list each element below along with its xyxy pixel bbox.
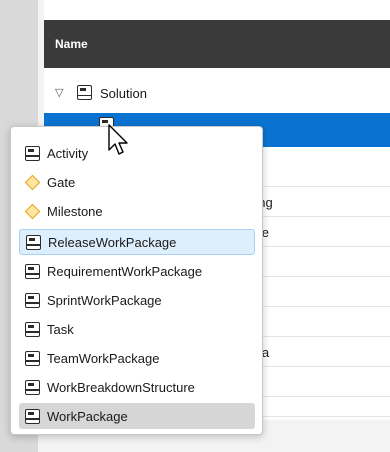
tree-row-label: Solution bbox=[100, 86, 147, 101]
tree-row-solution[interactable]: ▽ Solution bbox=[44, 79, 390, 107]
work-package-icon bbox=[25, 292, 47, 308]
menu-item-label: Milestone bbox=[47, 203, 103, 219]
menu-item-label: Activity bbox=[47, 145, 89, 161]
menu-item-task[interactable]: Task bbox=[19, 316, 255, 342]
menu-item-sprint-work-package[interactable]: SprintWorkPackage bbox=[19, 287, 255, 313]
menu-item-label: ReleaseWorkPackage bbox=[48, 234, 177, 250]
collapse-triangle-icon[interactable]: ▽ bbox=[55, 86, 63, 99]
add-item-popup-menu: Activity Gate Milestone ReleaseWorkPacka… bbox=[10, 126, 263, 435]
menu-item-team-work-package[interactable]: TeamWorkPackage bbox=[19, 345, 255, 371]
menu-item-activity[interactable]: Activity bbox=[19, 140, 255, 166]
work-package-icon bbox=[25, 350, 47, 366]
column-header-name[interactable]: Name bbox=[44, 20, 390, 68]
column-header-label: Name bbox=[55, 37, 88, 51]
menu-item-label: Task bbox=[47, 321, 74, 337]
menu-item-label: RequirementWorkPackage bbox=[47, 263, 203, 279]
menu-item-work-breakdown-structure[interactable]: WorkBreakdownStructure bbox=[19, 374, 255, 400]
gate-icon bbox=[24, 174, 47, 190]
work-package-icon bbox=[25, 408, 47, 424]
menu-item-label: TeamWorkPackage bbox=[47, 350, 160, 366]
work-package-icon bbox=[26, 234, 48, 250]
milestone-icon bbox=[24, 203, 47, 219]
mouse-pointer-icon bbox=[108, 124, 128, 155]
work-package-icon bbox=[25, 263, 47, 279]
work-package-icon bbox=[25, 321, 47, 337]
menu-item-requirement-work-package[interactable]: RequirementWorkPackage bbox=[19, 258, 255, 284]
menu-item-work-package[interactable]: WorkPackage bbox=[19, 403, 255, 429]
menu-item-milestone[interactable]: Milestone bbox=[19, 198, 255, 224]
menu-item-label: SprintWorkPackage bbox=[47, 292, 162, 308]
menu-item-release-work-package[interactable]: ReleaseWorkPackage bbox=[19, 229, 255, 255]
menu-item-label: WorkPackage bbox=[47, 408, 128, 424]
work-package-icon bbox=[77, 85, 92, 103]
menu-item-label: WorkBreakdownStructure bbox=[47, 379, 195, 395]
work-package-icon bbox=[25, 145, 47, 161]
menu-item-gate[interactable]: Gate bbox=[19, 169, 255, 195]
menu-item-label: Gate bbox=[47, 174, 76, 190]
work-package-icon bbox=[25, 379, 47, 395]
